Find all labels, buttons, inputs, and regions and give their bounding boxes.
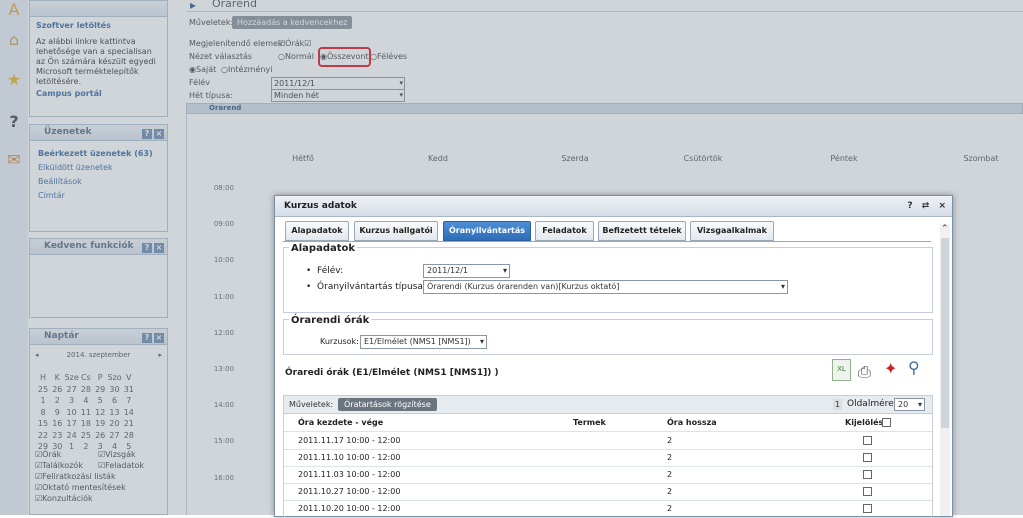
restore-icon[interactable]: ⇄ [922,201,930,211]
scrollbar-thumb[interactable] [941,238,949,428]
col-duration[interactable]: Óra hossza [667,414,717,431]
basic-data-section: Alapadatok • Félév: 2011/12/1 ▾ • Óranyil… [283,243,933,313]
cell-start-end: 2011.11.17 10:00 - 12:00 [298,436,401,445]
cell-duration: 2 [667,453,673,462]
chevron-down-icon: ▾ [502,266,507,275]
course-data-modal: Kurzus adatok ? ⇄ × Alapadatok Kurzus ha… [274,195,953,518]
courses-label: Kurzusok: [320,337,359,346]
modal-title-bar: Kurzus adatok ? ⇄ × [275,196,952,217]
select-all-checkbox[interactable] [882,418,891,427]
tab-paid-items[interactable]: Befizetett tételek [598,221,686,241]
print-icon[interactable]: ⎙ [858,362,871,382]
cell-start-end: 2011.10.27 10:00 - 12:00 [298,487,401,496]
cell-duration: 2 [667,504,673,513]
row-select-checkbox[interactable] [863,487,872,496]
cell-start-end: 2011.11.10 10:00 - 12:00 [298,453,401,462]
row-select-checkbox[interactable] [863,470,872,479]
tab-basic-data[interactable]: Alapadatok [285,221,349,241]
basic-data-legend: Alapadatok [289,243,358,254]
cell-duration: 2 [667,487,673,496]
tab-course-students[interactable]: Kurzus hallgatói [354,221,438,241]
modal-title: Kurzus adatok [284,201,357,211]
cell-duration: 2 [667,470,673,479]
tab-assignments[interactable]: Feladatok [535,221,594,241]
course-select[interactable]: E1/Elmélet (NMS1 [NMS1]) ▾ [360,335,487,349]
table-row: 2011.10.27 10:00 - 12:00 2 [284,483,932,501]
modal-semester-select[interactable]: 2011/12/1 ▾ [423,264,510,278]
chevron-down-icon: ▾ [479,337,484,346]
zoom-icon[interactable]: ⚲ [908,358,920,377]
scroll-up-icon[interactable]: ⌃ [941,224,949,234]
col-start-end[interactable]: Óra kezdete - vége [298,414,383,431]
table-row: 2011.11.17 10:00 - 12:00 2 [284,432,932,450]
row-select-checkbox[interactable] [863,504,872,513]
classes-table: Műveletek: Óratartások rögzítése 1 Oldal… [283,395,933,518]
attendance-type-label: • Óranyilvántartás típusa: [306,282,426,292]
page-number[interactable]: 1 [833,399,843,410]
pin-icon[interactable]: ✦ [884,359,897,378]
excel-export-icon[interactable]: XL [832,359,851,381]
row-select-checkbox[interactable] [863,453,872,462]
timetable-classes-section: Órarendi órák Kurzusok: E1/Elmélet (NMS1… [283,315,933,355]
help-icon[interactable]: ? [907,201,912,211]
page-size-select[interactable]: 20 ▾ [894,398,925,411]
table-row: 2011.10.20 10:00 - 12:00 2 [284,500,932,518]
col-select[interactable]: Kijelölés [845,414,883,431]
table-row: 2011.11.03 10:00 - 12:00 2 [284,466,932,484]
chevron-down-icon: ▾ [917,400,922,409]
table-header-row: Óra kezdete - vége Termek Óra hossza Kij… [284,414,932,432]
table-ops-bar: Műveletek: Óratartások rögzítése 1 Oldal… [284,396,932,414]
cell-start-end: 2011.11.03 10:00 - 12:00 [298,470,401,479]
cell-duration: 2 [667,436,673,445]
table-row: 2011.11.10 10:00 - 12:00 2 [284,449,932,467]
semester-field-label: • Félév: [306,266,344,276]
timetable-classes-legend: Órarendi órák [289,315,372,326]
row-select-checkbox[interactable] [863,436,872,445]
page-size-label: Oldalméret [847,399,898,409]
col-rooms[interactable]: Termek [573,414,606,431]
cell-start-end: 2011.10.20 10:00 - 12:00 [298,504,401,513]
modal-scrollbar[interactable]: ⌃ [940,224,950,516]
close-icon[interactable]: × [938,201,946,211]
attendance-type-select[interactable]: Órarendi (Kurzus órarenden van)[Kurzus o… [423,280,788,294]
record-attendance-button[interactable]: Óratartások rögzítése [338,398,437,411]
list-title: Óraredi órák (E1/Elmélet (NMS1 [NMS1]) ) [285,368,499,378]
tab-attendance[interactable]: Óranyilvántartás [443,221,531,241]
tab-exam-dates[interactable]: Vizsgaalkalmak [690,221,774,241]
table-ops-label: Műveletek: [289,400,334,409]
chevron-down-icon: ▾ [780,282,785,291]
